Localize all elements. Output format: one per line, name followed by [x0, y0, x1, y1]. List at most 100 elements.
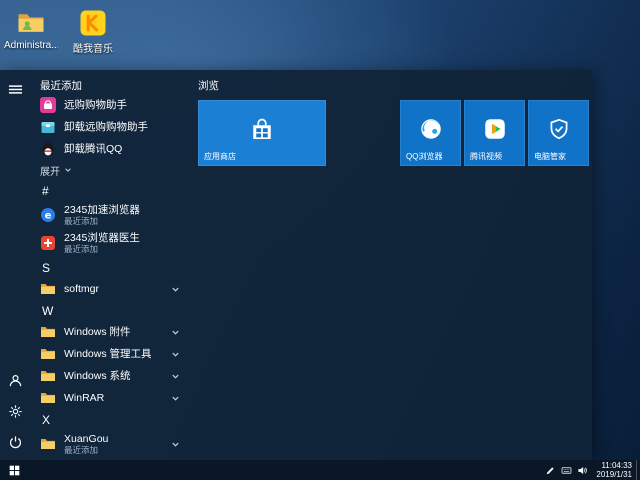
- app-list-item[interactable]: Windows 附件: [34, 321, 188, 343]
- tile-label: 应用商店: [204, 151, 236, 162]
- taskbar: 11:04:33 2019/1/31: [0, 460, 640, 480]
- tile-label: QQ浏览器: [406, 151, 442, 162]
- app-item-label: softmgr: [64, 283, 99, 295]
- app-item-label: 2345浏览器医生: [64, 232, 140, 244]
- power-button[interactable]: [4, 432, 26, 452]
- app-list-item[interactable]: XuanGou最近添加: [34, 430, 188, 458]
- app-item-text: XuanGou最近添加: [64, 433, 108, 455]
- app-item-label: XuanGou: [64, 433, 108, 445]
- app-item-label: Windows 系统: [64, 370, 131, 382]
- doctor-2345-icon: [40, 235, 56, 251]
- app-item-sublabel: 最近添加: [64, 445, 108, 455]
- app-item-text: 2345加速浏览器最近添加: [64, 204, 140, 226]
- chevron-down-icon: [171, 285, 180, 294]
- pc-manager-icon: [546, 116, 572, 142]
- touch-keyboard-button[interactable]: [558, 460, 574, 480]
- app-list-item[interactable]: Windows 系统: [34, 365, 188, 387]
- folder-icon: [40, 281, 56, 297]
- chevron-down-icon: [171, 350, 180, 359]
- system-tray: 11:04:33 2019/1/31: [542, 460, 640, 480]
- qq-penguin-icon: [40, 141, 56, 157]
- tiles-area: 浏览 应用商店 QQ浏览器 腾讯视频 电脑管家: [188, 70, 592, 460]
- section-letter[interactable]: W: [34, 300, 188, 321]
- app-item-text: 远购购物助手: [64, 99, 127, 111]
- app-item-text: 卸载远购购物助手: [64, 121, 148, 133]
- app-item-label: 远购购物助手: [64, 99, 127, 111]
- power-icon: [8, 435, 23, 450]
- app-item-text: 卸载腾讯QQ: [64, 143, 122, 155]
- pen-icon: [545, 465, 556, 476]
- app-item-text: Windows 管理工具: [64, 348, 152, 360]
- volume-button[interactable]: [574, 460, 590, 480]
- chevron-down-icon: [64, 166, 72, 174]
- tile-qq-browser[interactable]: QQ浏览器: [400, 100, 461, 166]
- tile-pc-manager[interactable]: 电脑管家: [528, 100, 589, 166]
- app-list-item[interactable]: Windows 管理工具: [34, 343, 188, 365]
- app-list-item[interactable]: e 2345加速浏览器最近添加: [34, 201, 188, 229]
- tile-group-header[interactable]: 浏览: [198, 78, 592, 90]
- gear-icon: [8, 404, 23, 419]
- shop-assistant-icon: [40, 97, 56, 113]
- app-list-item[interactable]: softmgr: [34, 278, 188, 300]
- settings-button[interactable]: [4, 401, 26, 421]
- folder-icon: [40, 324, 56, 340]
- start-button[interactable]: [0, 460, 28, 480]
- tile-label: 电脑管家: [534, 151, 566, 162]
- uninstall-box-icon: [40, 119, 56, 135]
- app-item-text: Windows 系统: [64, 370, 131, 382]
- volume-icon: [577, 465, 588, 476]
- section-letter[interactable]: #: [34, 180, 188, 201]
- pen-tray-button[interactable]: [542, 460, 558, 480]
- tile-tencent-video[interactable]: 腾讯视频: [464, 100, 525, 166]
- app-item-sublabel: 最近添加: [64, 216, 140, 226]
- app-item-text: softmgr: [64, 283, 99, 295]
- clock-time: 11:04:33: [596, 461, 632, 470]
- tencent-video-icon: [482, 116, 508, 142]
- chevron-down-icon: [171, 394, 180, 403]
- app-item-label: 卸载腾讯QQ: [64, 143, 122, 155]
- chevron-down-icon: [171, 440, 180, 449]
- app-item-label: 卸载远购购物助手: [64, 121, 148, 133]
- app-item-text: 2345浏览器医生最近添加: [64, 232, 140, 254]
- user-account-button[interactable]: [4, 370, 26, 390]
- section-letter[interactable]: S: [34, 257, 188, 278]
- recently-added-list: 远购购物助手卸载远购购物助手卸载腾讯QQ: [34, 94, 188, 160]
- app-item-label: Windows 附件: [64, 326, 131, 338]
- app-sections: #e2345加速浏览器最近添加2345浏览器医生最近添加SsoftmgrWWin…: [34, 180, 188, 458]
- clock-date: 2019/1/31: [596, 470, 632, 479]
- svg-text:e: e: [45, 211, 52, 222]
- app-list: 最近添加 远购购物助手卸载远购购物助手卸载腾讯QQ 展开 # e 2345加速浏览器…: [30, 70, 188, 460]
- kuwo-icon: [78, 8, 108, 38]
- expand-toggle[interactable]: 展开: [34, 160, 188, 180]
- desktop-icon-label: Administra...: [4, 40, 58, 51]
- menu-expand-button[interactable]: [4, 79, 26, 99]
- chevron-down-icon: [171, 372, 180, 381]
- hamburger-icon: [8, 82, 23, 97]
- app-list-item[interactable]: 2345浏览器医生最近添加: [34, 229, 188, 257]
- taskbar-clock[interactable]: 11:04:33 2019/1/31: [590, 461, 636, 479]
- desktop-icon-administrator-folder[interactable]: Administra...: [4, 8, 58, 55]
- desktop-icon-kuwo-music[interactable]: 酷我音乐: [66, 8, 120, 55]
- show-desktop-button[interactable]: [636, 460, 640, 480]
- recently-added-header: 最近添加: [34, 76, 188, 94]
- app-item-sublabel: 最近添加: [64, 244, 140, 254]
- app-list-item[interactable]: 远购购物助手: [34, 94, 188, 116]
- rail-bottom-group: [4, 370, 26, 452]
- folder-icon: [40, 390, 56, 406]
- app-list-item[interactable]: 卸载远购购物助手: [34, 116, 188, 138]
- qq-browser-icon: [418, 116, 444, 142]
- app-item-label: Windows 管理工具: [64, 348, 152, 360]
- start-menu: 最近添加 远购购物助手卸载远购购物助手卸载腾讯QQ 展开 # e 2345加速浏览器…: [0, 70, 592, 460]
- app-item-text: WinRAR: [64, 392, 104, 404]
- app-list-item[interactable]: 卸载腾讯QQ: [34, 138, 188, 160]
- section-letter[interactable]: X: [34, 409, 188, 430]
- touch-keyboard-icon: [561, 465, 572, 476]
- app-list-item[interactable]: WinRAR: [34, 387, 188, 409]
- app-item-label: 2345加速浏览器: [64, 204, 140, 216]
- tile-label: 腾讯视频: [470, 151, 502, 162]
- tile-app-store[interactable]: 应用商店: [198, 100, 326, 166]
- desktop-icons: Administra... 酷我音乐: [4, 8, 120, 55]
- folder-icon: [40, 368, 56, 384]
- desktop-icon-label: 酷我音乐: [73, 40, 113, 55]
- browser-2345-icon: e: [40, 207, 56, 223]
